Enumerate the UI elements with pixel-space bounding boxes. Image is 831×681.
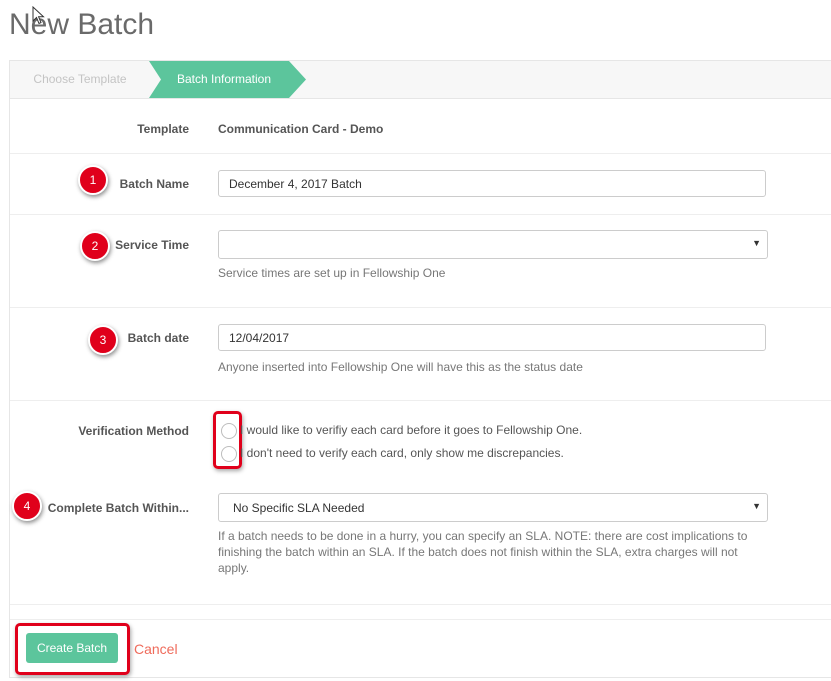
cancel-link[interactable]: Cancel (134, 641, 178, 657)
show-discrepancies-label[interactable]: I don't need to verify each card, only s… (240, 446, 564, 460)
footer-divider (10, 619, 831, 620)
create-batch-button[interactable]: Create Batch (26, 633, 118, 663)
step-batch-information-label: Batch Information (176, 72, 272, 86)
template-value: Communication Card - Demo (218, 122, 384, 136)
row-divider (10, 214, 831, 215)
template-label: Template (137, 122, 189, 136)
verify-each-card-radio[interactable] (221, 423, 237, 439)
step-choose-template[interactable]: Choose Template (10, 61, 150, 98)
complete-batch-within-select[interactable]: No Specific SLA Needed ▼ (218, 493, 768, 522)
verification-method-label: Verification Method (78, 424, 189, 438)
row-divider (10, 400, 831, 401)
service-time-help: Service times are set up in Fellowship O… (218, 266, 446, 280)
batch-name-label: Batch Name (119, 177, 189, 191)
complete-batch-within-value: No Specific SLA Needed (233, 501, 365, 515)
row-divider (10, 307, 831, 308)
caret-down-icon: ▼ (752, 501, 761, 511)
mouse-pointer-icon (32, 6, 45, 25)
annotation-badge-4: 4 (12, 491, 42, 521)
sla-help-line-3: apply. (218, 561, 250, 575)
batch-date-help: Anyone inserted into Fellowship One will… (218, 360, 583, 374)
batch-date-input[interactable] (218, 324, 766, 351)
wizard-steps: Choose Template Batch Information (10, 61, 831, 99)
annotation-badge-1: 1 (78, 165, 108, 195)
sla-help-line-1: If a batch needs to be done in a hurry, … (218, 529, 748, 543)
row-divider (10, 604, 831, 605)
sla-help-line-2: finishing the batch within an SLA. If th… (218, 545, 738, 559)
row-divider (10, 153, 831, 154)
service-time-label: Service Time (115, 238, 189, 252)
annotation-badge-2: 2 (80, 231, 110, 261)
step-batch-information[interactable]: Batch Information (149, 61, 309, 98)
show-discrepancies-radio[interactable] (221, 446, 237, 462)
caret-down-icon: ▼ (752, 238, 761, 248)
batch-name-input[interactable] (218, 170, 766, 197)
verify-each-card-label[interactable]: I would like to verifiy each card before… (240, 423, 582, 437)
batch-date-label: Batch date (127, 331, 189, 345)
service-time-select[interactable]: ▼ (218, 230, 768, 259)
page-title: New Batch (9, 8, 155, 41)
batch-form-panel: Choose Template Batch Information Templa… (9, 60, 831, 678)
complete-batch-within-label: Complete Batch Within... (47, 501, 189, 515)
